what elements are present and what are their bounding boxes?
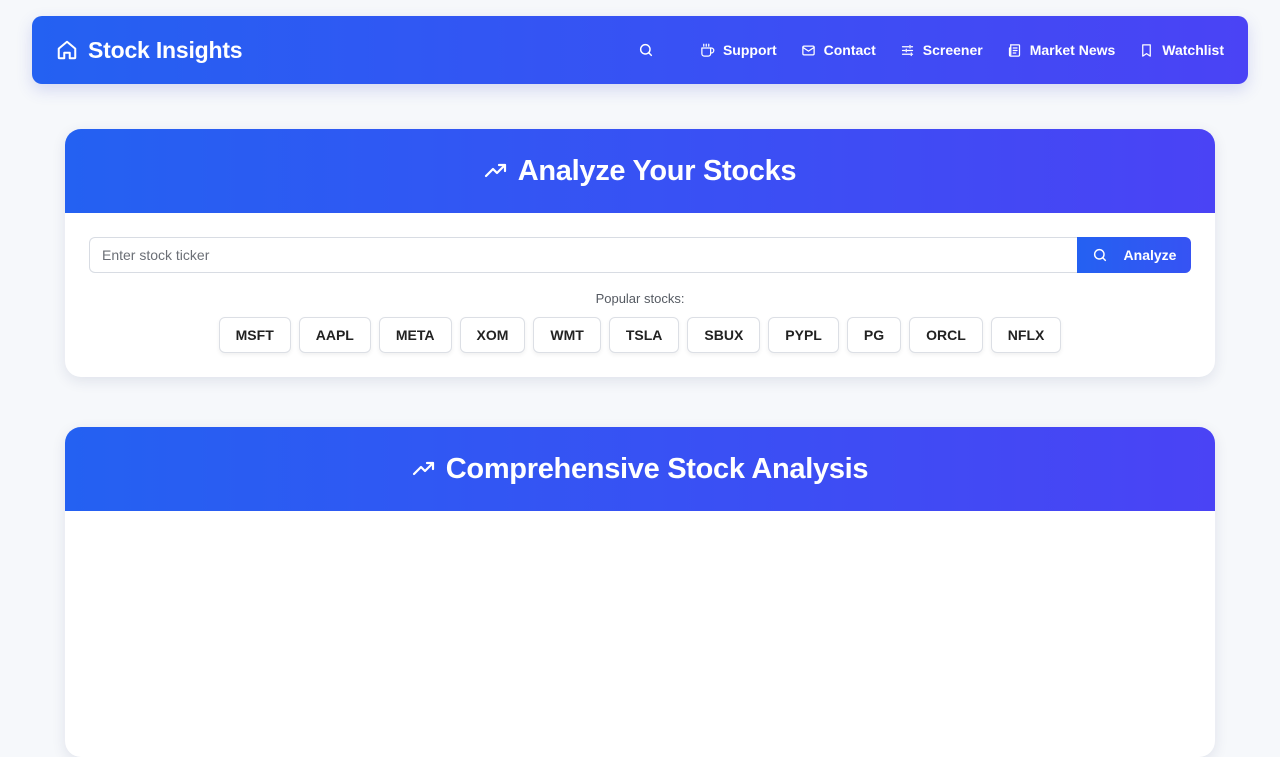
analysis-card: Comprehensive Stock Analysis (65, 427, 1215, 757)
home-icon (57, 40, 77, 60)
nav-item-label: Support (722, 42, 777, 58)
ticker-chip-tsla[interactable]: TSLA (608, 317, 680, 353)
analyze-button[interactable]: Analyze (1077, 237, 1191, 273)
analysis-title: Comprehensive Stock Analysis (445, 452, 869, 485)
nav-search-button[interactable] (626, 30, 666, 70)
popular-stocks-label: Popular stocks: (595, 291, 685, 306)
ticker-chip-pypl[interactable]: PYPL (768, 317, 839, 353)
nav-item-contact[interactable]: Contact (801, 42, 876, 58)
ticker-chip-nflx[interactable]: NFLX (990, 317, 1062, 353)
ticker-chip-xom[interactable]: XOM (459, 317, 526, 353)
popular-stocks-list: MSFT AAPL META XOM WMT TSLA SBUX PYPL PG… (65, 317, 1215, 353)
brand-link[interactable]: Stock Insights (56, 36, 243, 64)
ticker-chip-sbux[interactable]: SBUX (687, 317, 761, 353)
nav-item-label: Contact (823, 42, 876, 58)
brand-name: Stock Insights (88, 36, 243, 63)
nav-links: Support Contact Screener Market News Wat… (626, 30, 1224, 70)
ticker-chip-meta[interactable]: META (378, 317, 452, 353)
ticker-chip-pg[interactable]: PG (846, 317, 902, 353)
ticker-input[interactable] (89, 237, 1077, 273)
nav-item-label: Market News (1029, 42, 1116, 58)
analyze-title: Analyze Your Stocks (517, 154, 797, 187)
search-icon (1093, 248, 1106, 262)
trending-up-icon (412, 461, 434, 476)
bookmark-icon (1142, 43, 1152, 57)
trending-up-icon (484, 163, 506, 178)
newspaper-icon (1008, 43, 1020, 57)
ticker-chip-orcl[interactable]: ORCL (909, 317, 983, 353)
nav-item-market-news[interactable]: Market News (1007, 42, 1116, 58)
nav-item-support[interactable]: Support (700, 42, 777, 58)
coffee-icon (701, 43, 715, 57)
sliders-icon (901, 44, 913, 56)
analysis-card-header: Comprehensive Stock Analysis (65, 427, 1215, 511)
ticker-search-row: Analyze (89, 237, 1191, 273)
top-navbar: Stock Insights Support Contact Screener … (32, 16, 1248, 84)
search-icon (639, 43, 653, 57)
nav-item-label: Screener (922, 42, 983, 58)
ticker-chip-wmt[interactable]: WMT (533, 317, 601, 353)
analyze-card-header: Analyze Your Stocks (65, 129, 1215, 213)
nav-item-label: Watchlist (1162, 42, 1224, 58)
nav-item-watchlist[interactable]: Watchlist (1139, 42, 1224, 58)
nav-item-screener[interactable]: Screener (900, 42, 983, 58)
ticker-chip-msft[interactable]: MSFT (218, 317, 291, 353)
analyze-card: Analyze Your Stocks Analyze Popular stoc… (65, 129, 1215, 377)
ticker-chip-aapl[interactable]: AAPL (298, 317, 371, 353)
analyze-button-label: Analyze (1123, 247, 1177, 263)
mail-icon (801, 45, 815, 55)
